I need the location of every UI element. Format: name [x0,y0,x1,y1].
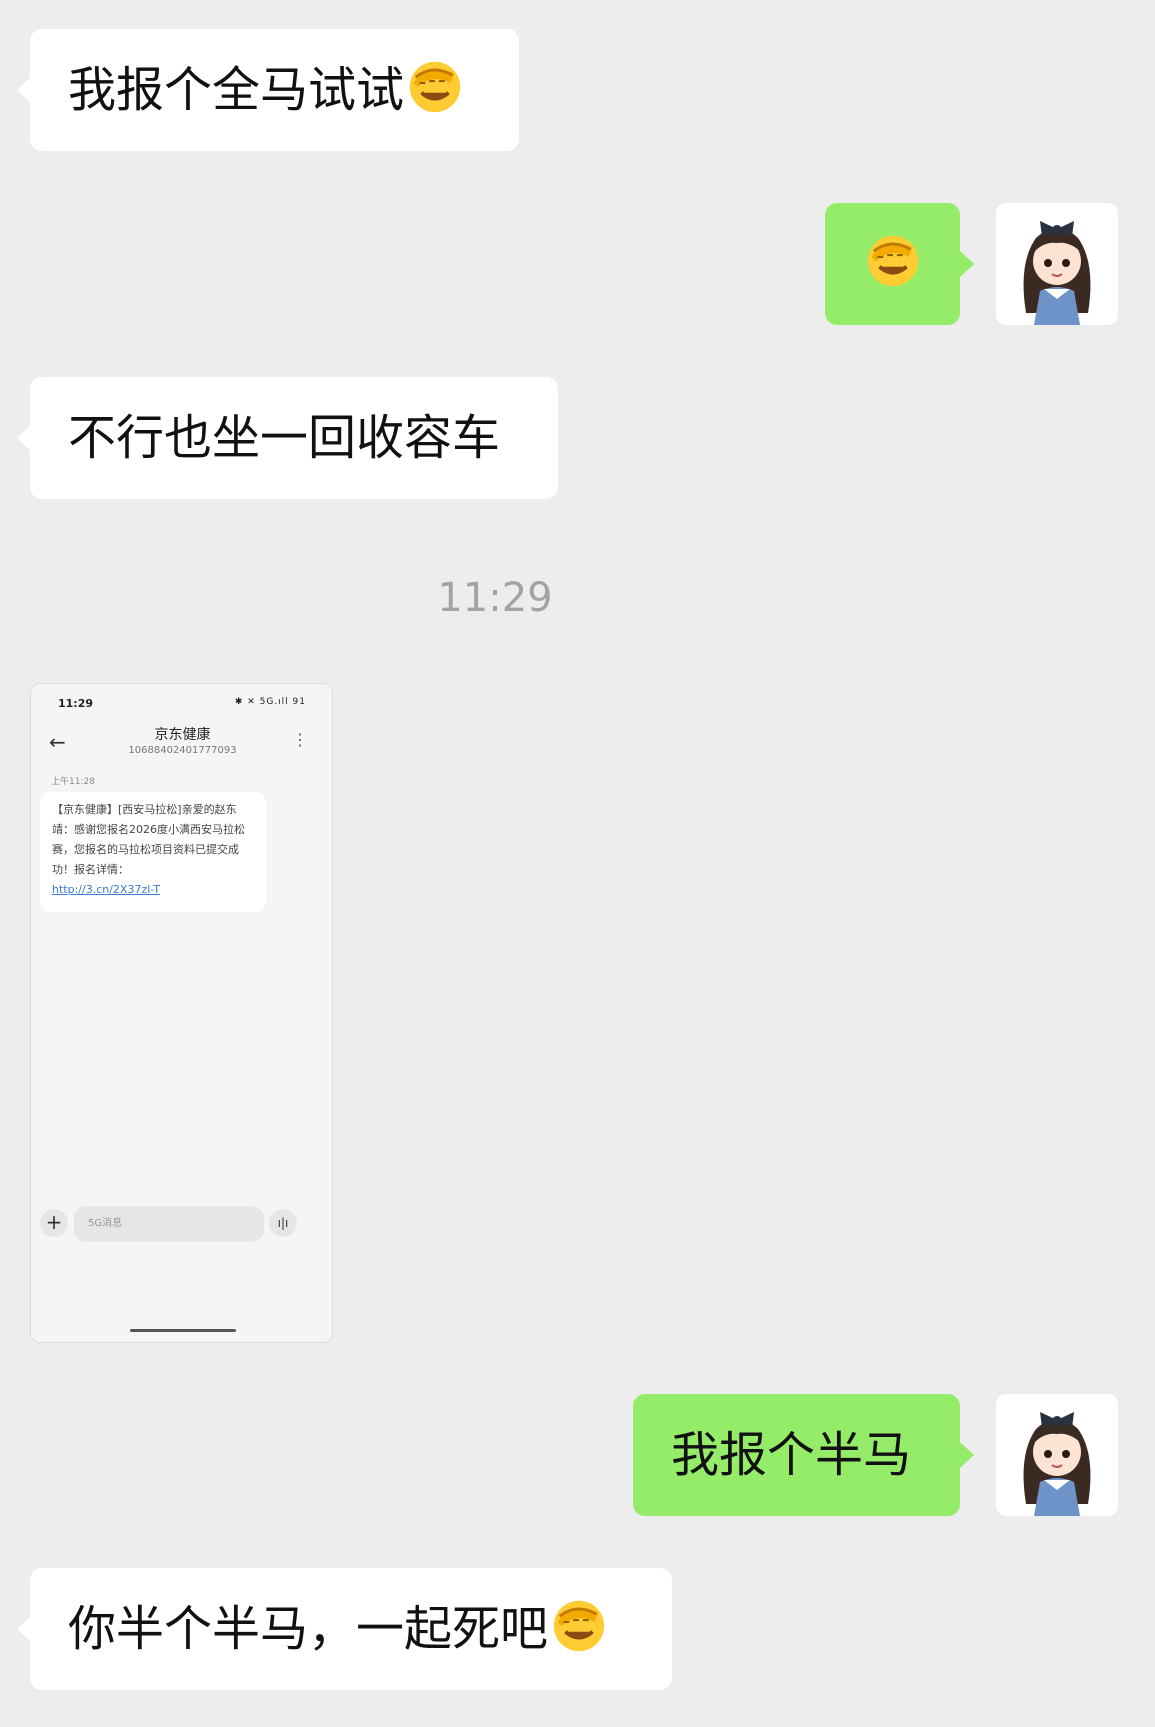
voice-icon: ı|ı [269,1209,297,1237]
user-avatar[interactable] [996,203,1118,325]
status-time: 11:29 [58,697,94,710]
message-text: 我报个半马 [671,1427,912,1483]
image-message-screenshot[interactable]: 11:29 ✱ ✕ 5G.ıll 91 ← 京东健康 1068840240177… [30,683,333,1343]
message-text: 不行也坐一回收容车 [68,410,501,466]
facepalm-emoji-icon [409,61,461,113]
sms-text: 【京东健康】[西安马拉松]亲爱的赵东靖：感谢您报名2026度小满西安马拉松赛，您… [52,803,245,876]
sms-link: http://3.cn/2X37zl-T [52,883,160,896]
chat-timestamp: 11:29 [437,575,553,621]
facepalm-emoji-icon [867,235,918,287]
sender-number: 10688402401777093 [128,745,237,756]
message-bubble-outgoing[interactable] [825,203,974,325]
sms-input-field: 5G消息 [74,1206,264,1242]
facepalm-emoji-icon [553,1600,605,1652]
sender-name: 京东健康 [154,727,211,743]
message-text: 我报个全马试试 [68,62,405,118]
message-text: 你半个半马，一起死吧 [68,1601,549,1657]
plus-icon: + [40,1209,68,1237]
user-avatar[interactable] [996,1394,1118,1516]
message-bubble-incoming[interactable]: 你半个半马，一起死吧 [17,1568,672,1690]
status-icons: ✱ ✕ 5G.ıll 91 [234,697,306,707]
avatar-image [1023,221,1091,325]
message-bubble-incoming[interactable]: 不行也坐一回收容车 [17,377,558,499]
sms-time: 上午11:28 [51,777,95,787]
sms-bubble: 【京东健康】[西安马拉松]亲爱的赵东靖：感谢您报名2026度小满西安马拉松赛，您… [40,792,266,912]
home-indicator [130,1329,236,1332]
avatar-image [1023,1412,1091,1516]
message-bubble-outgoing[interactable]: 我报个半马 [633,1394,974,1516]
message-bubble-incoming[interactable]: 我报个全马试试 [17,29,519,151]
more-options-icon: ⋮ [292,730,308,749]
